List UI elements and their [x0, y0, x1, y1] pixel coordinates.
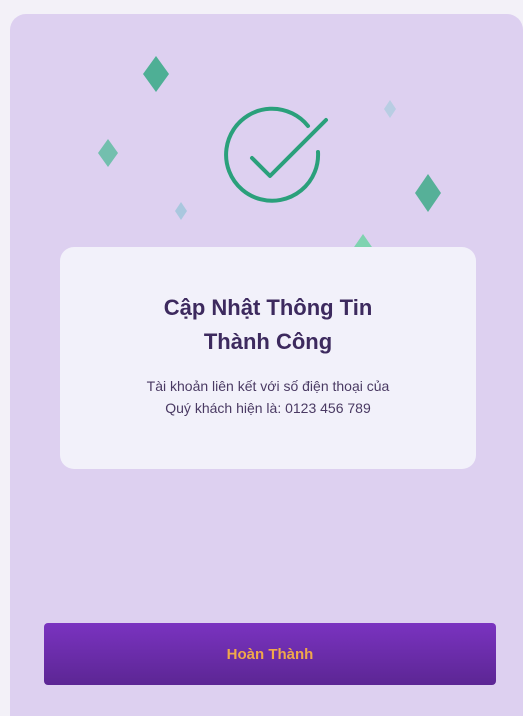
- success-panel: Cập Nhật Thông Tin Thành Công Tài khoản …: [10, 14, 523, 716]
- success-card: Cập Nhật Thông Tin Thành Công Tài khoản …: [60, 247, 476, 469]
- dialog-message-line-2: Quý khách hiện là: 0123 456 789: [165, 400, 371, 416]
- dialog-title-line-2: Thành Công: [203, 329, 333, 354]
- done-button[interactable]: Hoàn Thành: [44, 623, 496, 685]
- sparkle-icon: [175, 202, 187, 220]
- sparkle-icon: [384, 100, 396, 118]
- check-circle-icon: [224, 106, 328, 203]
- dialog-message-line-1: Tài khoản liên kết với số điện thoại của: [146, 378, 390, 394]
- sparkle-icon: [98, 139, 118, 167]
- sparkle-icon: [143, 56, 169, 92]
- dialog-title-line-1: Cập Nhật Thông Tin: [163, 295, 373, 320]
- sparkle-icon: [415, 174, 441, 212]
- dialog-message: Tài khoản liên kết với số điện thoại của…: [88, 375, 448, 419]
- dialog-title: Cập Nhật Thông Tin Thành Công: [88, 291, 448, 359]
